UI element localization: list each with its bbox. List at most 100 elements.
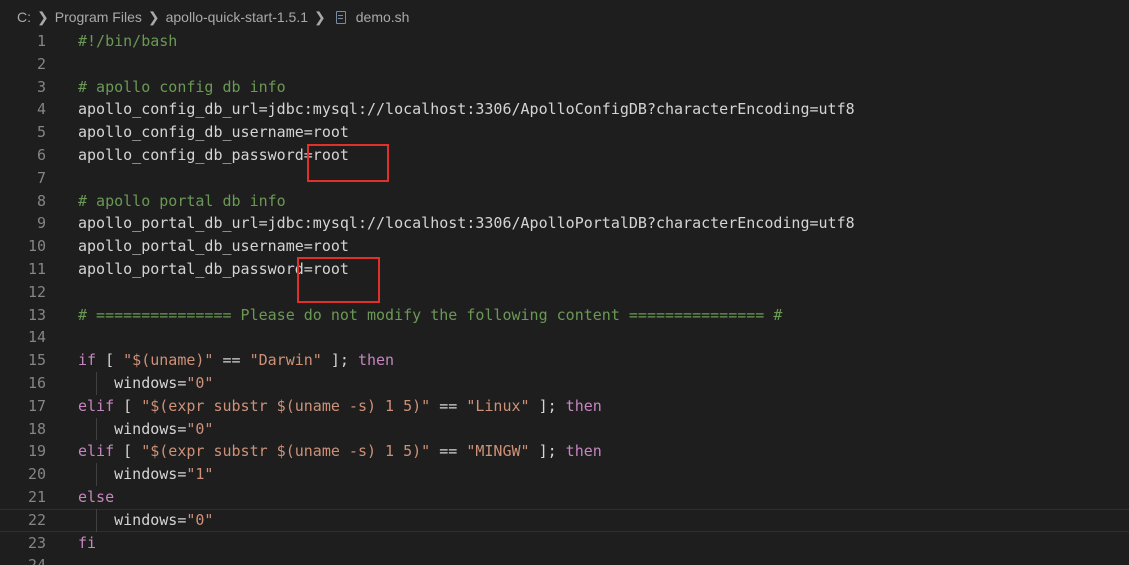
code-line[interactable]: 18 windows="0" — [0, 417, 1129, 441]
breadcrumb-folder-apollo[interactable]: apollo-quick-start-1.5.1 — [166, 9, 308, 25]
code-token: ]; — [321, 351, 358, 370]
code-token: == — [213, 351, 250, 370]
line-number: 11 — [27, 260, 46, 278]
code-token: [ — [114, 442, 142, 461]
breadcrumb: C: ❯ Program Files ❯ apollo-quick-start-… — [0, 0, 1129, 34]
breadcrumb-file[interactable]: demo.sh — [356, 9, 410, 25]
breadcrumb-drive[interactable]: C: — [17, 9, 31, 25]
string-token: "Linux" — [466, 396, 530, 415]
chevron-right-icon: ❯ — [147, 8, 160, 25]
line-number: 7 — [36, 168, 46, 187]
breadcrumb-folder-program-files[interactable]: Program Files — [55, 9, 142, 25]
chevron-right-icon: ❯ — [37, 8, 49, 25]
code-token: == — [430, 396, 467, 415]
line-code: apollo_config_db_username=root — [78, 123, 349, 142]
code-token: ]; — [529, 396, 566, 415]
line-number: 20 — [27, 465, 46, 484]
code-line[interactable]: 7 — [0, 167, 1129, 190]
line-code: # apollo config db info — [78, 77, 286, 96]
code-token: [ — [114, 396, 142, 415]
code-line[interactable]: 17 elif [ "$(expr substr $(uname -s) 1 5)… — [0, 395, 1129, 418]
indent-guide — [96, 417, 97, 441]
code-line[interactable]: 4 apollo_config_db_url=jdbc:mysql://local… — [0, 98, 1129, 121]
code-line[interactable]: 24 — [0, 554, 1129, 565]
code-line[interactable]: 8 # apollo portal db info — [0, 190, 1129, 213]
line-code: #!/bin/bash — [78, 32, 178, 50]
code-line[interactable]: 22 windows="0" — [0, 508, 1129, 532]
line-code: else — [78, 486, 114, 509]
line-code: elif [ "$(expr substr $(uname -s) 1 5)" … — [78, 440, 602, 463]
code-line[interactable]: 12 — [0, 281, 1129, 304]
line-code: fi — [78, 532, 96, 555]
string-token: "0" — [186, 510, 214, 529]
indent-guide — [96, 463, 97, 486]
line-code: apollo_config_db_url=jdbc:mysql://localh… — [78, 100, 855, 119]
code-token: ]; — [529, 442, 566, 461]
line-number: 19 — [27, 442, 46, 461]
line-number: 9 — [36, 214, 46, 233]
keyword-token: then — [565, 442, 602, 461]
code-line[interactable]: 23 fi — [0, 532, 1129, 555]
keyword-token: fi — [78, 533, 97, 552]
code-line[interactable]: 21 else — [0, 486, 1129, 509]
line-number: 14 — [27, 328, 46, 347]
keyword-token: elif — [78, 442, 115, 461]
code-line[interactable]: 1 #!/bin/bash — [0, 30, 1129, 53]
indent-guide — [96, 508, 97, 532]
keyword-token: if — [78, 351, 97, 370]
string-token: "1" — [186, 465, 214, 484]
shell-file-icon — [335, 10, 346, 24]
line-number: 5 — [36, 123, 46, 142]
keyword-token: else — [78, 488, 115, 506]
keyword-token: elif — [78, 396, 115, 415]
line-code: windows="0" — [78, 372, 213, 395]
string-token: "MINGW" — [466, 442, 530, 461]
code-line[interactable]: 9 apollo_portal_db_url=jdbc:mysql://local… — [0, 212, 1129, 235]
line-number: 17 — [27, 396, 46, 415]
line-code: apollo_portal_db_username=root — [78, 237, 349, 256]
string-token: "$(expr substr $(uname -s) 1 5)" — [141, 396, 431, 415]
line-number: 21 — [27, 488, 46, 506]
code-token: windows= — [78, 510, 187, 529]
code-line[interactable]: 20 windows="1" — [0, 463, 1129, 486]
line-number: 8 — [36, 191, 46, 210]
line-number: 18 — [27, 419, 46, 438]
line-code: windows="1" — [78, 463, 213, 486]
code-line[interactable]: 3 # apollo config db info — [0, 76, 1129, 99]
line-code: apollo_portal_db_password=root — [78, 260, 349, 278]
code-line[interactable]: 19 elif [ "$(expr substr $(uname -s) 1 5)… — [0, 440, 1129, 463]
code-token: == — [430, 442, 467, 461]
line-code: if [ "$(uname)" == "Darwin" ]; then — [78, 349, 394, 372]
code-line[interactable]: 15 if [ "$(uname)" == "Darwin" ]; then — [0, 349, 1129, 372]
code-line[interactable]: 2 — [0, 53, 1129, 76]
code-token: windows= — [78, 419, 187, 438]
chevron-right-icon: ❯ — [314, 8, 326, 25]
code-line[interactable]: 13 # =============== Please do not modify… — [0, 304, 1129, 327]
line-code: # apollo portal db info — [78, 191, 286, 210]
line-code: windows="0" — [78, 509, 213, 532]
line-code: apollo_config_db_password=root — [78, 146, 349, 164]
line-number: 22 — [27, 510, 46, 529]
code-line[interactable]: 5 apollo_config_db_username=root — [0, 121, 1129, 144]
code-editor[interactable]: 1 #!/bin/bash 2 3 # apollo config db info 4 ap… — [0, 30, 1129, 565]
code-token: [ — [96, 351, 124, 370]
line-number: 13 — [27, 305, 46, 324]
keyword-token: then — [357, 351, 395, 370]
code-line[interactable]: 14 — [0, 326, 1129, 349]
code-token: windows= — [78, 374, 187, 392]
line-number: 6 — [36, 146, 46, 164]
line-number: 15 — [27, 351, 46, 370]
line-number: 3 — [36, 77, 46, 96]
string-token: "$(expr substr $(uname -s) 1 5)" — [141, 442, 431, 461]
code-line[interactable]: 11 apollo_portal_db_password=root — [0, 258, 1129, 281]
line-code: apollo_portal_db_url=jdbc:mysql://localh… — [78, 214, 855, 233]
code-line[interactable]: 10 apollo_portal_db_username=root — [0, 235, 1129, 258]
code-line[interactable]: 16 windows="0" — [0, 372, 1129, 395]
line-code: # =============== Please do not modify t… — [78, 305, 783, 324]
line-number: 2 — [36, 54, 46, 73]
line-number: 24 — [0, 554, 46, 565]
line-number: 1 — [36, 32, 46, 50]
string-token: "Darwin" — [249, 351, 322, 370]
code-line[interactable]: 6 apollo_config_db_password=root — [0, 144, 1129, 167]
line-number: 10 — [27, 237, 46, 256]
